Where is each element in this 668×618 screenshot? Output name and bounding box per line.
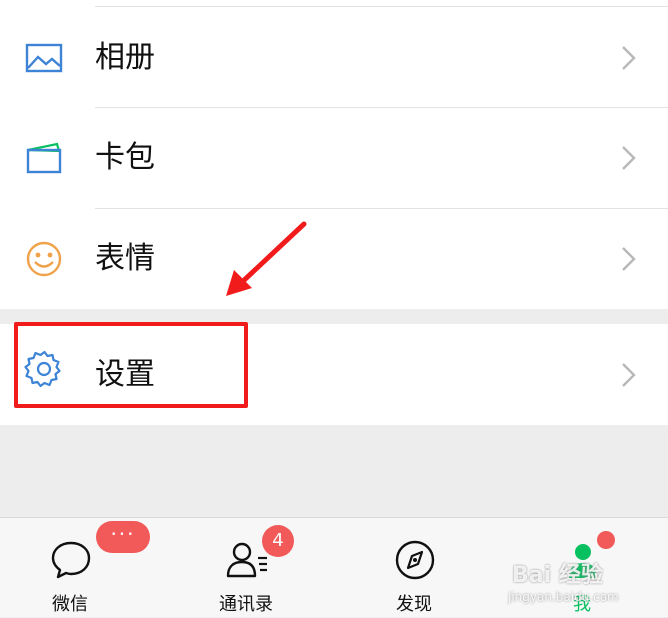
divider (95, 6, 668, 7)
menu-item-label: 表情 (95, 241, 155, 276)
chevron-right-icon (622, 247, 636, 271)
tab-label: 微信 (52, 594, 88, 615)
chat-bubble-icon (51, 541, 91, 579)
menu-item-label: 相册 (95, 40, 155, 75)
menu-item-card-wallet[interactable]: 卡包 (0, 108, 668, 208)
chevron-right-icon (622, 363, 636, 387)
chevron-right-icon (622, 146, 636, 170)
chats-unread-badge: ··· (96, 521, 150, 553)
photo-album-icon (25, 43, 63, 73)
compass-icon (395, 540, 435, 580)
me-notification-dot (597, 531, 615, 549)
watermark-subtext: jingyan.baidu.com (508, 590, 619, 604)
menu-item-album[interactable]: 相册 (0, 8, 668, 108)
menu-item-stickers[interactable]: 表情 (0, 209, 668, 309)
menu-item-label: 卡包 (95, 140, 155, 175)
watermark-text: Bai 经验 (512, 563, 603, 588)
annotation-arrow-icon (226, 221, 307, 296)
sticker-smiley-icon (26, 241, 62, 277)
chevron-right-icon (622, 46, 636, 70)
card-wallet-icon (26, 142, 62, 174)
menu-group-primary: 相册 卡包 表情 (0, 0, 668, 309)
tab-label: 通讯录 (219, 594, 273, 615)
annotation-highlight-box (14, 322, 248, 408)
tab-contacts[interactable]: 通讯录 (176, 518, 316, 618)
tab-label: 发现 (396, 594, 432, 615)
tab-discover[interactable]: 发现 (344, 518, 484, 618)
contacts-count-badge: 4 (262, 525, 294, 557)
